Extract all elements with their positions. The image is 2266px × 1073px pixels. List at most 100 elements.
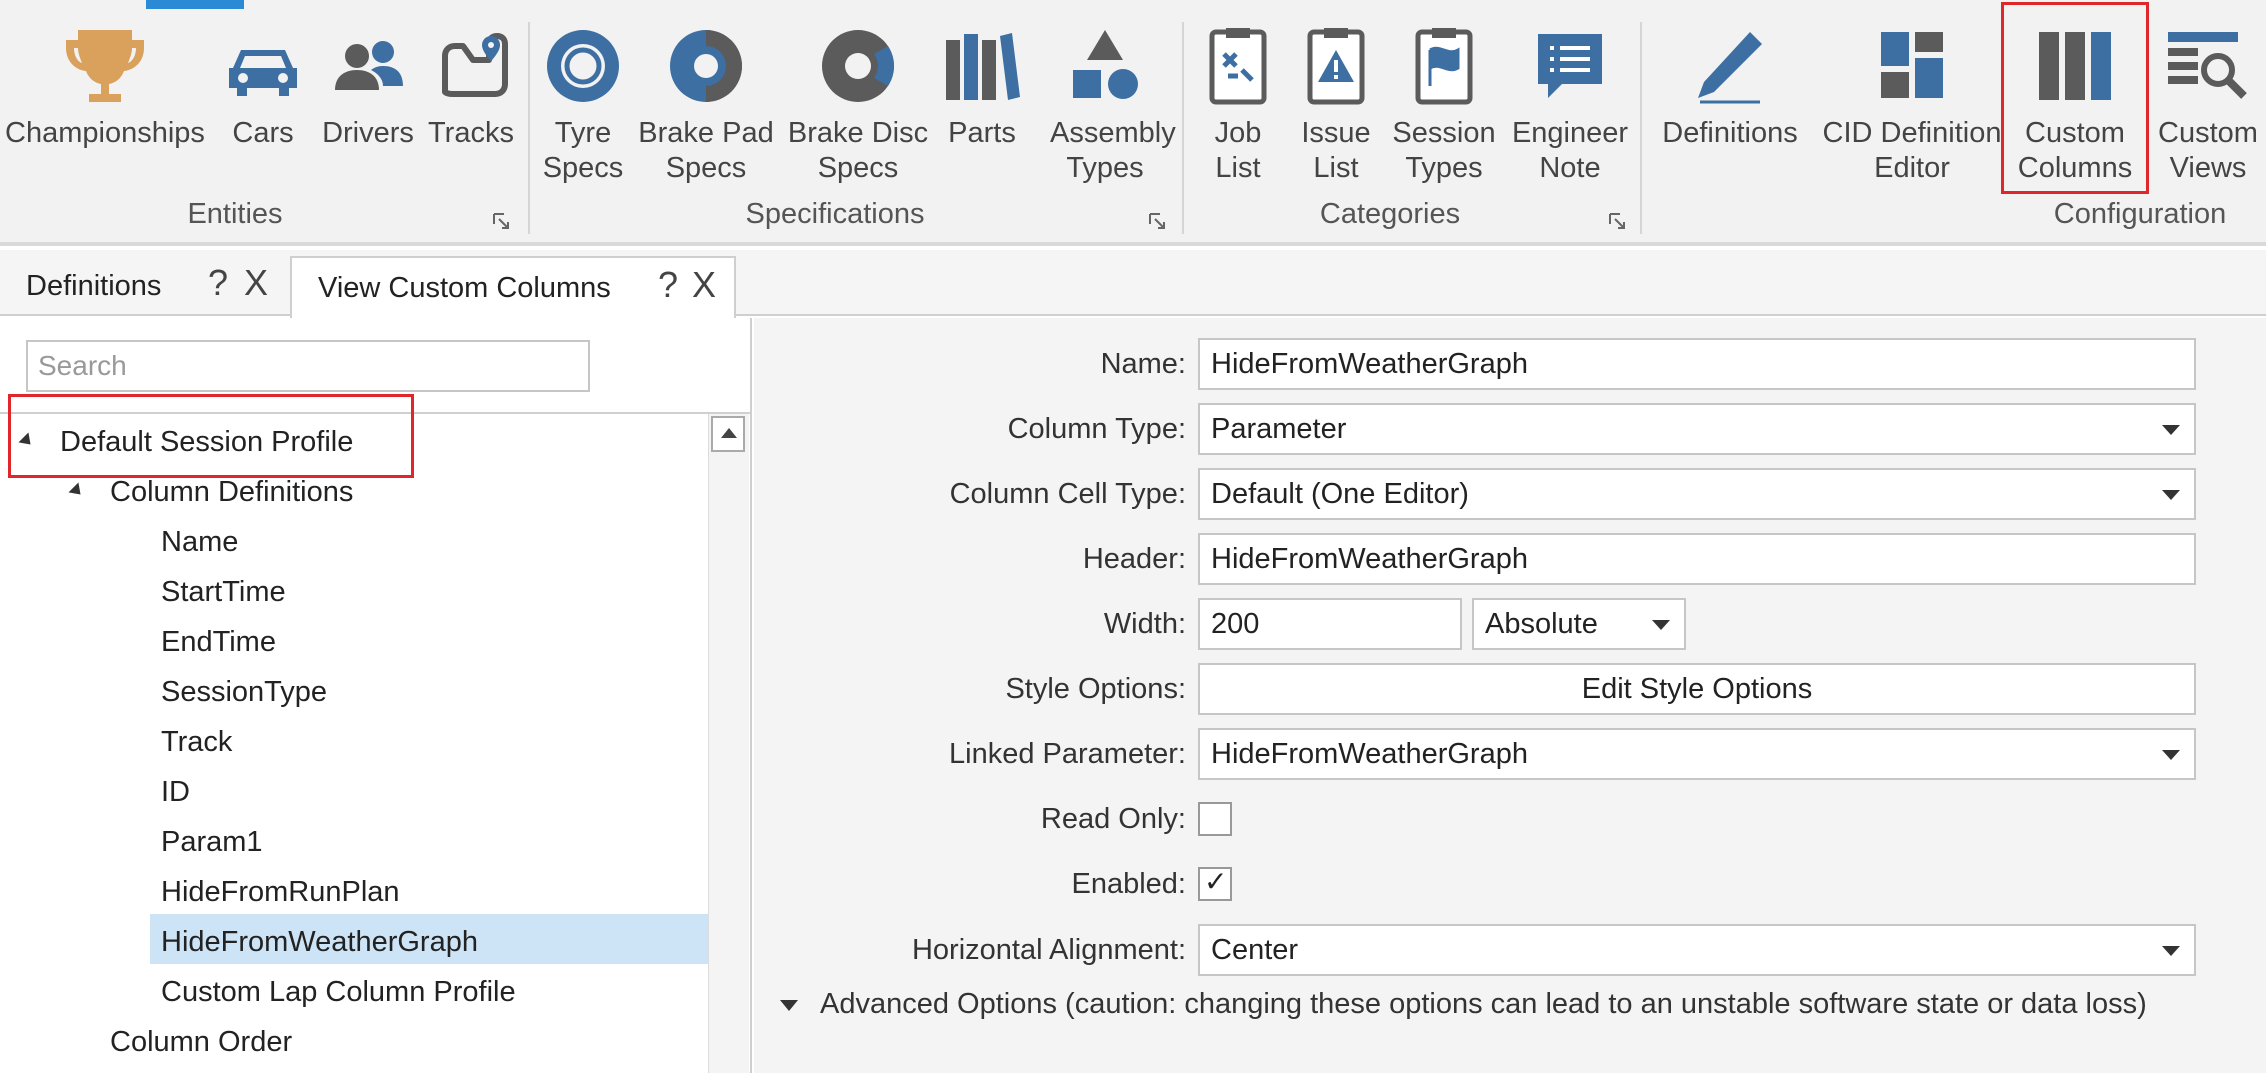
cid-definition-editor-label: CID Definition Editor (1822, 117, 2002, 184)
issue-list-button[interactable]: Issue List (1290, 20, 1382, 190)
close-icon[interactable]: X (692, 264, 716, 306)
tree-item-param1[interactable]: Param1 (161, 822, 263, 862)
search-input[interactable] (26, 340, 590, 392)
tree-item-id[interactable]: ID (161, 772, 190, 812)
read-only-label: Read Only: (1040, 803, 1186, 835)
tab-view-custom-columns[interactable]: View Custom Columns ? X (290, 256, 736, 320)
job-list-button[interactable]: Job List (1198, 20, 1278, 190)
ribbon-accent-bar (146, 0, 244, 9)
header-field[interactable]: HideFromWeatherGraph (1198, 533, 2196, 585)
tree-item-starttime[interactable]: StartTime (161, 572, 286, 612)
width-unit-value: Absolute (1485, 608, 1598, 640)
expand-arrow-icon[interactable] (780, 1000, 798, 1011)
brake-pad-specs-button[interactable]: Brake Pad Specs (636, 20, 776, 190)
session-types-button[interactable]: Session Types (1392, 20, 1496, 190)
assembly-types-button[interactable]: Assembly Types (1050, 20, 1176, 190)
name-field[interactable]: HideFromWeatherGraph (1198, 338, 2196, 390)
definitions-label: Definitions (1662, 117, 1798, 149)
width-unit-dropdown[interactable]: Absolute (1472, 598, 1686, 650)
advanced-options-expander[interactable]: Advanced Options (caution: changing thes… (820, 988, 2147, 1021)
parts-label: Parts (948, 117, 1016, 149)
tab-definitions-label: Definitions (26, 270, 162, 302)
layout-grid-icon (1877, 26, 1947, 111)
horizontal-alignment-label: Horizontal Alignment: (911, 934, 1186, 966)
custom-views-label: Custom Views (2158, 117, 2258, 184)
tree-node-column-definitions[interactable]: Column Definitions (110, 472, 353, 512)
column-type-value: Parameter (1211, 413, 1347, 445)
definitions-button[interactable]: Definitions (1656, 20, 1804, 190)
tree-item-custom-lap-column-profile[interactable]: Custom Lap Column Profile (161, 972, 516, 1012)
specifications-group-label: Specifications (745, 198, 925, 230)
edit-style-options-button[interactable]: Edit Style Options (1198, 663, 2196, 715)
chevron-down-icon[interactable] (2162, 490, 2180, 500)
tab-definitions[interactable]: Definitions ? X (0, 256, 290, 318)
configuration-group-label: Configuration (2053, 198, 2227, 230)
header-label: Header: (1082, 543, 1186, 575)
tracks-button[interactable]: Tracks (424, 20, 518, 190)
help-icon[interactable]: ? (658, 264, 678, 306)
tree-node-column-order[interactable]: Column Order (110, 1022, 292, 1062)
job-list-label: Job List (1214, 117, 1262, 184)
brake-disc-specs-label: Brake Disc Specs (787, 117, 929, 184)
ribbon-separator (1640, 22, 1642, 234)
categories-dialog-launcher-icon[interactable] (1608, 212, 1628, 232)
ribbon: Championships Cars Drivers Tracks Entiti… (0, 0, 2266, 246)
championships-label: Championships (5, 117, 205, 149)
chevron-down-icon[interactable] (2162, 946, 2180, 956)
enabled-checkbox[interactable]: ✓ (1198, 866, 1232, 901)
parts-icon (942, 26, 1022, 111)
read-only-checkbox[interactable] (1198, 802, 1232, 836)
track-map-icon (431, 26, 511, 111)
tyre-specs-button[interactable]: Tyre Specs (538, 20, 628, 190)
tyre-specs-label: Tyre Specs (542, 117, 624, 184)
engineer-note-button[interactable]: Engineer Note (1506, 20, 1634, 190)
chevron-down-icon[interactable] (2162, 750, 2180, 760)
custom-columns-highlight-box (2001, 2, 2149, 194)
help-icon[interactable]: ? (208, 262, 228, 304)
tree-item-hidefromrunplan[interactable]: HideFromRunPlan (161, 872, 400, 912)
car-icon (223, 26, 303, 111)
tree-item-endtime[interactable]: EndTime (161, 622, 276, 662)
tree-item-hidefromweathergraph[interactable]: HideFromWeatherGraph (161, 922, 478, 962)
tree-item-name[interactable]: Name (161, 522, 238, 562)
ribbon-separator (1182, 22, 1184, 234)
parts-button[interactable]: Parts (938, 20, 1026, 190)
cars-button[interactable]: Cars (218, 20, 308, 190)
name-label: Name: (1100, 348, 1186, 380)
linked-parameter-label: Linked Parameter: (949, 738, 1186, 770)
column-cell-type-dropdown[interactable]: Default (One Editor) (1198, 468, 2196, 520)
linked-parameter-value: HideFromWeatherGraph (1211, 738, 1528, 770)
ribbon-separator (528, 22, 530, 234)
scroll-up-arrow-icon[interactable] (711, 416, 745, 452)
width-field[interactable]: 200 (1198, 598, 1462, 650)
tree-item-sessiontype[interactable]: SessionType (161, 672, 327, 712)
entities-dialog-launcher-icon[interactable] (492, 212, 512, 232)
tree-scrollbar[interactable] (708, 414, 749, 1073)
close-icon[interactable]: X (244, 262, 268, 304)
tree-item-track[interactable]: Track (161, 722, 232, 762)
chevron-down-icon[interactable] (1652, 620, 1670, 630)
custom-views-button[interactable]: Custom Views (2150, 20, 2266, 190)
column-type-label: Column Type: (1007, 413, 1186, 445)
cid-definition-editor-button[interactable]: CID Definition Editor (1814, 20, 2010, 190)
trophy-icon (64, 26, 146, 115)
specifications-dialog-launcher-icon[interactable] (1148, 212, 1168, 232)
checkmark-icon: ✓ (1204, 866, 1228, 897)
entities-group-label: Entities (187, 198, 283, 230)
issue-list-label: Issue List (1301, 117, 1371, 184)
tracks-label: Tracks (428, 117, 514, 149)
column-type-dropdown[interactable]: Parameter (1198, 403, 2196, 455)
horizontal-alignment-dropdown[interactable]: Center (1198, 924, 2196, 976)
drivers-button[interactable]: Drivers (322, 20, 414, 190)
linked-parameter-dropdown[interactable]: HideFromWeatherGraph (1198, 728, 2196, 780)
cars-label: Cars (232, 117, 294, 149)
chevron-down-icon[interactable] (2162, 425, 2180, 435)
drivers-label: Drivers (322, 117, 414, 149)
assembly-shapes-icon (1065, 26, 1145, 111)
brake-disc-specs-button[interactable]: Brake Disc Specs (786, 20, 930, 190)
championships-button[interactable]: Championships (0, 20, 210, 190)
brake-pad-icon (666, 26, 746, 111)
horizontal-alignment-value: Center (1211, 934, 1299, 966)
drivers-icon (327, 26, 409, 111)
assembly-types-label: Assembly Types (1050, 117, 1176, 184)
